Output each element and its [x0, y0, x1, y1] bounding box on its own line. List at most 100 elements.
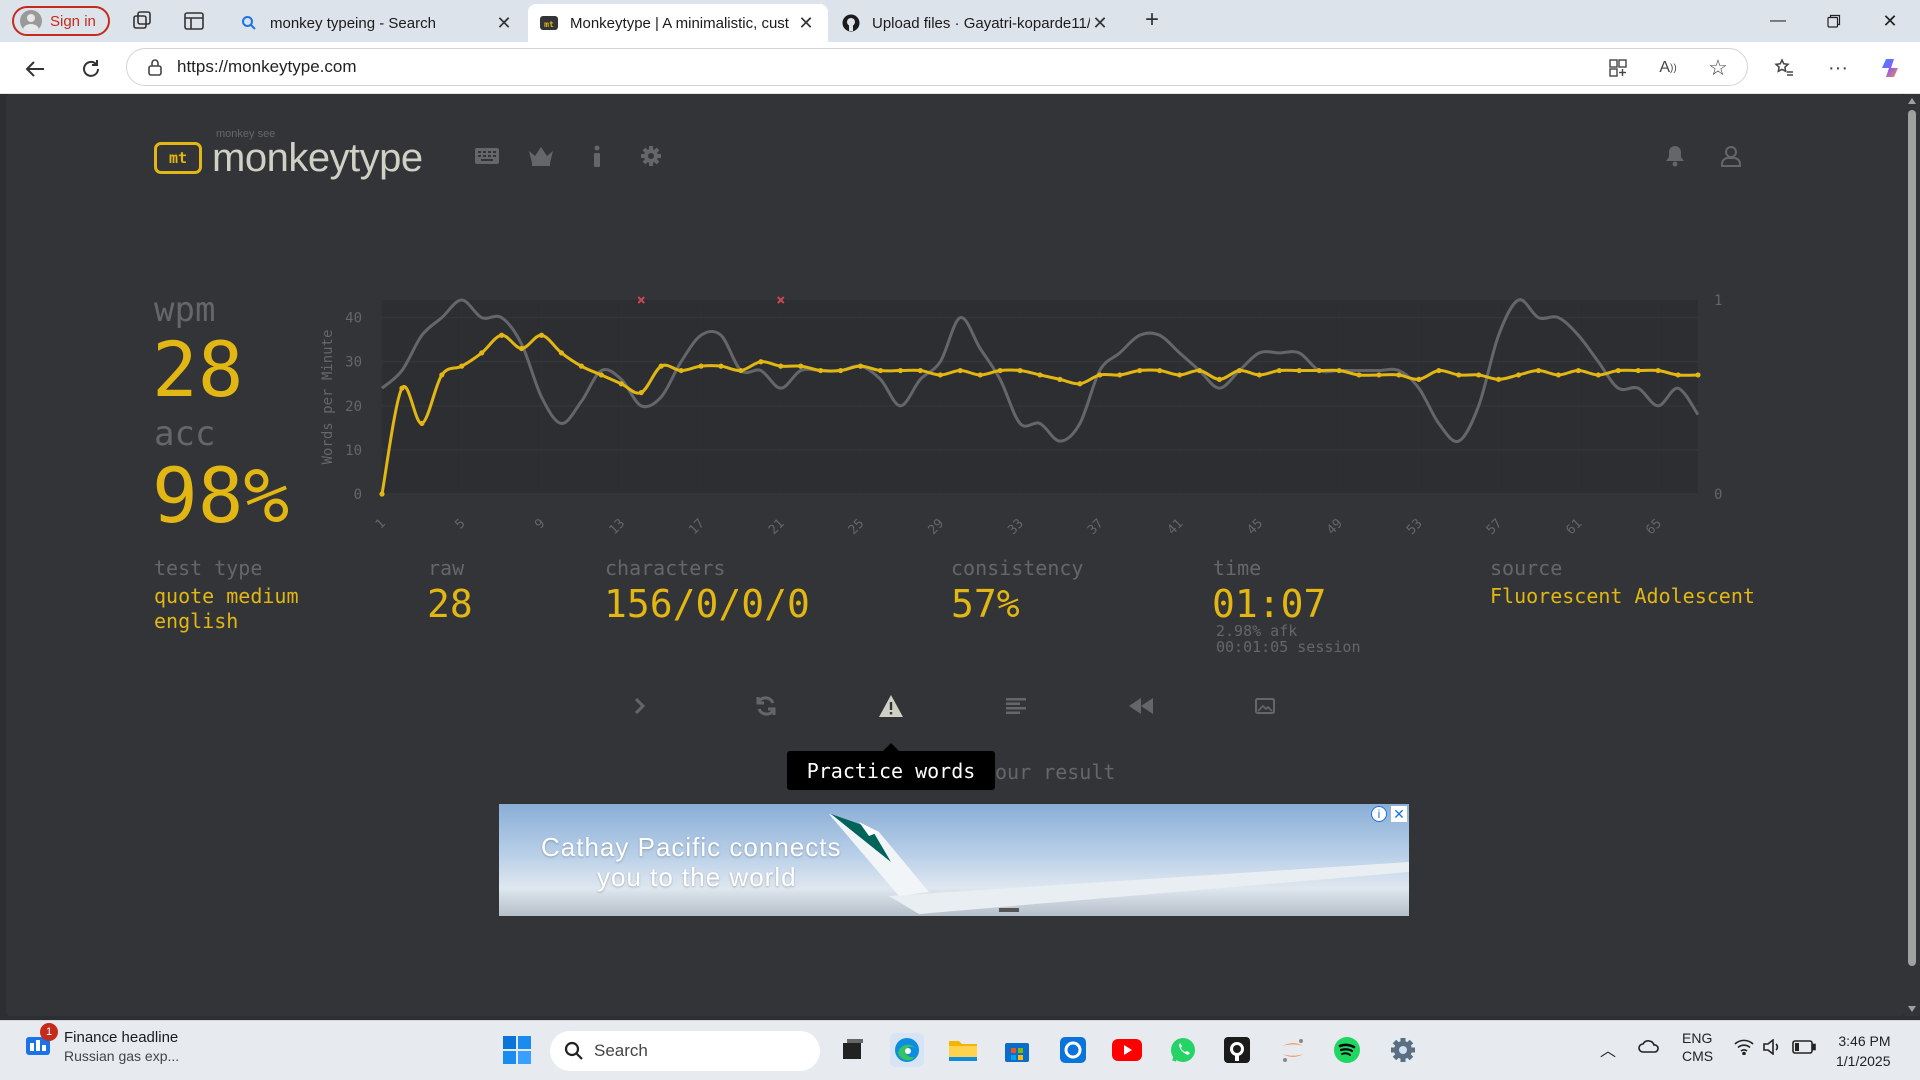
wpm-point — [1635, 367, 1641, 374]
wpm-point — [419, 420, 425, 427]
close-tab-icon[interactable]: ✕ — [494, 13, 514, 34]
save-screenshot-button[interactable] — [1250, 692, 1280, 720]
page-scrollbar[interactable] — [1904, 94, 1920, 1016]
practice-words-button[interactable] — [876, 692, 906, 720]
refresh-icon[interactable] — [76, 54, 106, 84]
tab-github[interactable]: Upload files · Gayatri-koparde11/ ✕ — [830, 4, 1122, 42]
copilot-icon[interactable] — [1878, 54, 1906, 82]
y-axis-title: Words per Minute — [320, 330, 336, 465]
news-widget[interactable]: 1 Finance headline Russian gas exp... — [24, 1023, 179, 1064]
wpm-point — [738, 367, 744, 374]
file-explorer-icon[interactable] — [946, 1033, 980, 1067]
test-type-label: test type — [154, 556, 263, 580]
system-clock[interactable]: 3:46 PM 1/1/2025 — [1836, 1031, 1891, 1071]
watch-replay-button[interactable] — [1126, 692, 1156, 720]
keyboard-icon[interactable] — [474, 143, 500, 169]
x-tick-label: 65 — [1643, 516, 1665, 538]
wifi-icon[interactable] — [1734, 1039, 1754, 1058]
whatsapp-icon[interactable] — [1166, 1033, 1200, 1067]
tab-monkeytype[interactable]: mt Monkeytype | A minimalistic, cust ✕ — [528, 4, 828, 42]
y-tick-label: 10 — [345, 443, 362, 459]
account-icon[interactable] — [1718, 143, 1744, 169]
notifications-bell-icon[interactable] — [1662, 143, 1688, 169]
raw-value: 28 — [427, 582, 473, 626]
tab-search[interactable]: monkey typeing - Search ✕ — [228, 4, 526, 42]
more-options-icon[interactable]: ··· — [1824, 54, 1852, 82]
wpm-point — [718, 363, 724, 369]
text-align-left-icon — [1006, 698, 1026, 714]
x-tick-label: 41 — [1165, 516, 1187, 538]
advertisement-banner[interactable]: Cathay Pacific connects you to the world… — [499, 804, 1409, 916]
crown-icon[interactable] — [528, 143, 554, 169]
wpm-point — [977, 372, 983, 378]
consistency-value: 57% — [951, 582, 1020, 626]
back-icon[interactable] — [20, 54, 50, 84]
favorites-icon[interactable] — [1770, 54, 1798, 82]
wpm-point — [1575, 367, 1581, 374]
monkeytype-logo[interactable]: mt monkey see monkeytype — [154, 128, 423, 178]
refresh-icon — [756, 696, 776, 716]
read-aloud-icon[interactable]: A)) — [1654, 54, 1682, 82]
url-field[interactable]: https://monkeytype.com — [126, 48, 1748, 86]
wpm-chart[interactable]: 0 10 20 30 40 0 1 1 5 9 13 17 21 25 29 33 37 41 45 49 53 57 61… — [320, 284, 1764, 544]
scrollbar-thumb[interactable] — [1908, 110, 1916, 966]
cortana-icon[interactable] — [1056, 1033, 1090, 1067]
app-available-icon[interactable] — [1604, 54, 1632, 82]
wpm-point — [479, 350, 485, 356]
wpm-point — [877, 367, 884, 374]
ad-info-icon[interactable]: i — [1371, 806, 1387, 822]
tab-actions-icon[interactable] — [182, 9, 206, 33]
wpm-point — [558, 350, 565, 356]
test-type-value: quote medium — [154, 584, 299, 608]
source-value[interactable]: Fluorescent Adolescent — [1490, 584, 1755, 608]
wpm-point — [1157, 367, 1163, 374]
close-tab-icon[interactable]: ✕ — [796, 13, 816, 34]
raw-label: raw — [428, 556, 465, 580]
info-icon[interactable] — [584, 143, 610, 169]
next-test-button[interactable] — [625, 692, 655, 720]
edge-browser-icon[interactable] — [890, 1033, 924, 1067]
youtube-icon[interactable] — [1110, 1033, 1144, 1067]
wpm-point — [778, 363, 784, 369]
time-value: 01:07 — [1212, 582, 1327, 626]
onedrive-icon[interactable] — [1638, 1037, 1660, 1058]
new-tab-icon[interactable]: + — [1140, 8, 1164, 33]
wpm-point — [1476, 372, 1482, 378]
taskbar-search-box[interactable]: Search — [550, 1031, 820, 1071]
settings-gear-icon[interactable] — [638, 143, 664, 169]
x-tick-label: 37 — [1085, 516, 1107, 538]
volume-icon[interactable] — [1762, 1038, 1782, 1058]
battery-icon[interactable] — [1792, 1040, 1816, 1057]
settings-gear-icon[interactable] — [1386, 1033, 1420, 1067]
show-hidden-icons-chevron-icon[interactable]: ︿ — [1600, 1037, 1616, 1061]
y-tick-label: 40 — [345, 311, 362, 327]
restart-test-button[interactable] — [751, 692, 781, 720]
wpm-point — [1316, 367, 1322, 374]
jupyter-icon[interactable] — [1276, 1033, 1310, 1067]
spotify-icon[interactable] — [1330, 1033, 1364, 1067]
wpm-point — [578, 363, 584, 369]
task-view-icon[interactable] — [836, 1033, 870, 1067]
monkeytype-icon: mt — [540, 14, 558, 32]
lock-icon[interactable] — [147, 58, 163, 76]
wpm-point — [499, 332, 505, 338]
restore-icon[interactable] — [1806, 0, 1862, 42]
sign-in-button[interactable]: Sign in — [12, 6, 110, 36]
wpm-point — [957, 367, 963, 374]
wpm-point — [1396, 372, 1402, 378]
ad-close-icon[interactable]: ✕ — [1391, 806, 1407, 822]
wpm-point — [798, 363, 804, 369]
close-tab-icon[interactable]: ✕ — [1090, 13, 1110, 34]
workspaces-icon[interactable] — [130, 9, 154, 33]
wpm-point — [1615, 367, 1621, 374]
wpm-point — [1695, 372, 1701, 378]
minimize-icon[interactable]: — — [1750, 0, 1806, 42]
toggle-words-history-button[interactable] — [1001, 692, 1031, 720]
favorite-star-icon[interactable]: ☆ — [1704, 54, 1732, 82]
close-window-icon[interactable]: ✕ — [1862, 0, 1918, 42]
microsoft-store-icon[interactable] — [1000, 1033, 1034, 1067]
language-indicator[interactable]: ENG CMS — [1682, 1029, 1713, 1065]
chevron-right-icon — [634, 697, 646, 715]
windows-start-icon[interactable] — [502, 1035, 532, 1065]
github-desktop-icon[interactable] — [1220, 1033, 1254, 1067]
